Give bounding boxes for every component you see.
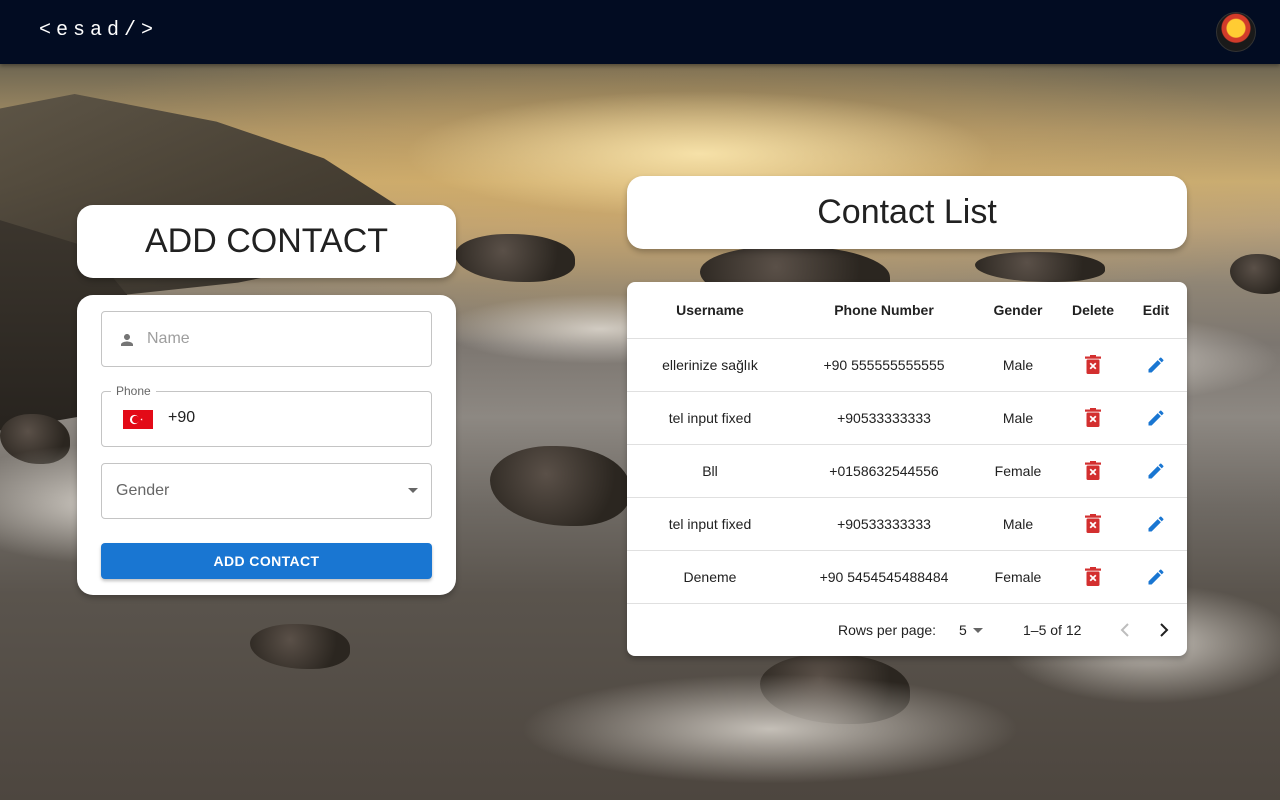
table-row: tel input fixed +90533333333 Male xyxy=(627,391,1187,445)
contact-list-title: Contact List xyxy=(817,193,997,231)
pencil-icon xyxy=(1148,515,1164,531)
cell-gender: Male xyxy=(975,338,1061,392)
caret-down-icon xyxy=(408,488,418,493)
cell-gender: Female xyxy=(975,444,1061,498)
contact-table-card: Username Phone Number Gender Delete Edit… xyxy=(627,282,1187,656)
pencil-icon xyxy=(1148,462,1164,478)
cell-gender: Female xyxy=(975,550,1061,604)
cell-username: Bll xyxy=(627,444,793,498)
trash-icon xyxy=(1085,408,1101,427)
contact-table: Username Phone Number Gender Delete Edit… xyxy=(627,282,1187,604)
trash-icon xyxy=(1085,461,1101,480)
cell-username: Deneme xyxy=(627,550,793,604)
delete-button[interactable] xyxy=(1079,510,1107,538)
rows-per-page-select[interactable]: 5 xyxy=(959,622,967,638)
phone-field[interactable]: Phone +90 xyxy=(101,384,432,447)
cell-gender: Male xyxy=(975,497,1061,551)
trash-icon xyxy=(1085,514,1101,533)
table-row: tel input fixed +90533333333 Male xyxy=(627,497,1187,551)
trash-icon xyxy=(1085,567,1101,586)
add-contact-title: ADD CONTACT xyxy=(144,222,389,260)
cell-username: ellerinize sağlık xyxy=(627,338,793,392)
rows-per-page-label: Rows per page: xyxy=(838,622,937,638)
add-contact-button[interactable]: ADD CONTACT xyxy=(101,543,432,579)
pencil-icon xyxy=(1148,409,1164,425)
header-phone: Phone Number xyxy=(793,282,975,339)
gender-select[interactable]: Gender xyxy=(101,463,432,519)
table-header-row: Username Phone Number Gender Delete Edit xyxy=(627,282,1187,339)
pencil-icon xyxy=(1148,568,1164,584)
add-contact-form: Phone +90 Gender ADD CONTACT xyxy=(77,295,456,595)
cell-phone: +90 5454545488484 xyxy=(793,550,975,604)
pencil-icon xyxy=(1148,356,1164,372)
delete-button[interactable] xyxy=(1079,457,1107,485)
edit-button[interactable] xyxy=(1142,351,1170,379)
cell-username: tel input fixed xyxy=(627,391,793,445)
caret-down-icon[interactable] xyxy=(973,628,983,633)
gender-placeholder: Gender xyxy=(116,482,170,499)
delete-button[interactable] xyxy=(1079,563,1107,591)
phone-input[interactable]: +90 xyxy=(168,409,195,427)
table-row: Deneme +90 5454545488484 Female xyxy=(627,550,1187,604)
table-row: Bll +0158632544556 Female xyxy=(627,444,1187,498)
page-range: 1–5 of 12 xyxy=(1023,622,1082,638)
user-avatar[interactable] xyxy=(1216,12,1256,52)
next-page-button[interactable] xyxy=(1150,616,1178,644)
cell-phone: +0158632544556 xyxy=(793,444,975,498)
cell-phone: +90533333333 xyxy=(793,391,975,445)
brand-logo[interactable]: <esad/> xyxy=(39,19,158,42)
header-gender: Gender xyxy=(975,282,1061,339)
header-edit: Edit xyxy=(1125,282,1187,339)
contact-list-title-card: Contact List xyxy=(627,176,1187,249)
header-username: Username xyxy=(627,282,793,339)
previous-page-button[interactable] xyxy=(1111,616,1139,644)
edit-button[interactable] xyxy=(1142,510,1170,538)
cell-gender: Male xyxy=(975,391,1061,445)
name-input[interactable] xyxy=(147,312,417,366)
table-pagination: Rows per page: 5 1–5 of 12 xyxy=(627,604,1187,656)
edit-button[interactable] xyxy=(1142,563,1170,591)
trash-icon xyxy=(1085,355,1101,374)
turkey-flag-icon[interactable] xyxy=(123,410,153,429)
person-icon xyxy=(121,334,133,346)
phone-label: Phone xyxy=(111,384,156,398)
edit-button[interactable] xyxy=(1142,404,1170,432)
app-bar: <esad/> xyxy=(0,0,1280,64)
add-contact-title-card: ADD CONTACT xyxy=(77,205,456,278)
edit-button[interactable] xyxy=(1142,457,1170,485)
table-row: ellerinize sağlık +90 555555555555 Male xyxy=(627,338,1187,392)
cell-username: tel input fixed xyxy=(627,497,793,551)
chevron-left-icon xyxy=(1120,623,1129,637)
delete-button[interactable] xyxy=(1079,404,1107,432)
delete-button[interactable] xyxy=(1079,351,1107,379)
chevron-right-icon xyxy=(1160,623,1169,637)
cell-phone: +90533333333 xyxy=(793,497,975,551)
cell-phone: +90 555555555555 xyxy=(793,338,975,392)
header-delete: Delete xyxy=(1061,282,1125,339)
name-field xyxy=(101,311,432,367)
